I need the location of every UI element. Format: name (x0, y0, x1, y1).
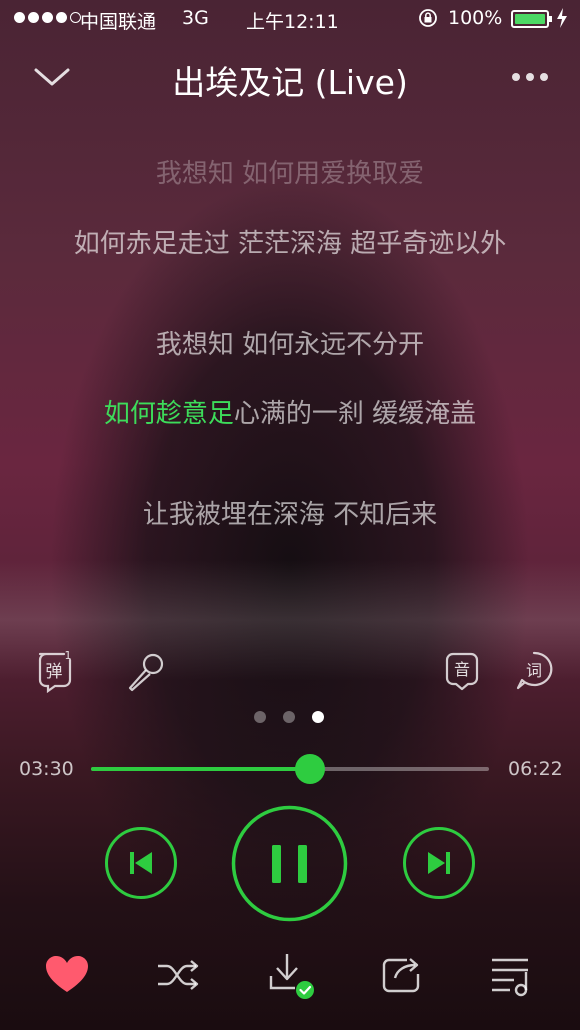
danmaku-label: 弹 (46, 662, 63, 682)
downloaded-check-icon (296, 981, 314, 999)
share-icon[interactable] (377, 952, 427, 998)
sound-effect-label: 音 (454, 660, 470, 679)
heart-icon[interactable] (42, 952, 92, 998)
karaoke-button[interactable] (124, 651, 168, 695)
lyric-line: 如何赤足走过 茫茫深海 超乎奇迹以外 (73, 229, 507, 259)
background-glow (0, 560, 580, 680)
danmaku-button[interactable]: 弹 1 (33, 649, 77, 694)
danmaku-badge: 1 (65, 649, 72, 662)
sound-effect-icon: 音 (445, 652, 479, 691)
signal-strength (14, 12, 81, 23)
lyric-line: 让我被埋在深海 不知后来 (142, 500, 438, 530)
lyric-line: 我想知 如何用爱换取爱 (155, 159, 425, 189)
previous-track-icon[interactable] (104, 826, 178, 900)
progress-thumb[interactable] (294, 754, 325, 784)
network-type: 3G (182, 7, 209, 29)
lyrics-tool-icon: 词 (516, 651, 553, 690)
progress-played (91, 767, 310, 771)
rotation-lock-icon (419, 9, 437, 27)
battery-icon (511, 10, 552, 28)
danmaku-icon: 弹 1 (38, 649, 72, 694)
microphone-icon (128, 653, 164, 692)
progress-track[interactable] (91, 767, 489, 771)
status-bar: 中国联通 3G 上午12:11 100% (0, 0, 580, 38)
player-header: 出埃及记 (Live) (0, 40, 580, 112)
page-dot[interactable] (254, 711, 266, 723)
battery-percent: 100% (448, 7, 503, 29)
sound-effect-button[interactable]: 音 (440, 649, 484, 693)
lyric-line: 我想知 如何永远不分开 (155, 330, 425, 360)
lyrics-tool-label: 词 (526, 661, 542, 680)
next-track-icon[interactable] (402, 826, 476, 900)
playlist-icon[interactable] (488, 952, 538, 998)
page-dot[interactable] (283, 711, 295, 723)
status-time: 上午12:11 (246, 11, 339, 33)
elapsed-time: 03:30 (19, 758, 74, 780)
song-title: 出埃及记 (Live) (172, 63, 408, 102)
lyrics-tool-button[interactable]: 词 (512, 649, 556, 693)
lyric-sung-part: 如何趁意足 (103, 399, 234, 429)
lyric-line-current: 如何趁意足心满的一刹 缓缓淹盖 (60, 398, 520, 430)
lyric-remaining-part: 心满的一刹 缓缓淹盖 (233, 399, 477, 429)
more-dots-icon[interactable] (508, 62, 552, 92)
charging-icon (557, 8, 567, 28)
total-duration: 06:22 (508, 758, 563, 780)
carrier-name: 中国联通 (80, 11, 157, 33)
chevron-down-icon[interactable] (30, 62, 74, 92)
pause-icon[interactable] (231, 805, 348, 922)
shuffle-icon[interactable] (153, 952, 203, 998)
page-indicator (254, 711, 324, 723)
download-icon[interactable] (265, 950, 315, 1002)
page-dot-active[interactable] (312, 711, 324, 723)
